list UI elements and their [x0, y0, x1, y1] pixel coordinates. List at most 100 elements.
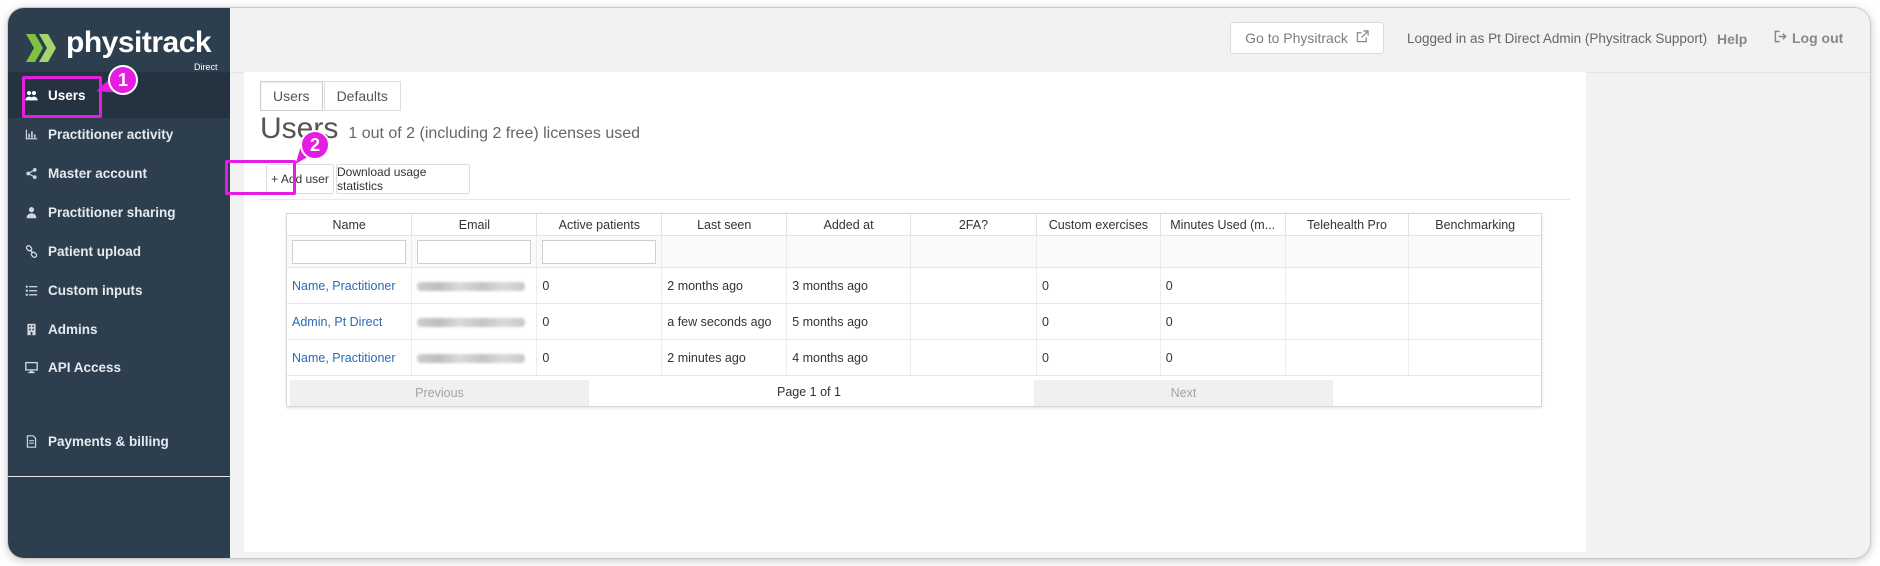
table-row[interactable]: Name, Practitioner 0 2 months ago 3 mont… [287, 267, 1541, 304]
active-patients-filter-input[interactable] [542, 239, 657, 264]
column-header-custom-exercises[interactable]: Custom exercises [1036, 214, 1161, 236]
sidebar-item-label: Payments & billing [48, 433, 169, 449]
filter-cell [1285, 235, 1410, 268]
bar-chart-icon [24, 128, 38, 141]
sidebar-item-label: API Access [48, 359, 122, 375]
divider [260, 199, 1570, 200]
2fa-cell [910, 339, 1038, 376]
page-info: Page 1 of 1 [777, 385, 841, 399]
redacted-email [417, 353, 526, 363]
email-filter-input[interactable] [417, 239, 532, 264]
app-window: physitrack Direct Users Practitioner act… [8, 8, 1870, 558]
filter-cell [287, 235, 413, 268]
filter-cell [910, 235, 1038, 268]
sidebar-item-label: Practitioner sharing [48, 204, 176, 220]
telehealth-pro-cell [1285, 267, 1410, 304]
telehealth-pro-cell [1285, 303, 1410, 340]
logout-link[interactable]: Log out [1774, 30, 1843, 46]
column-header-active-patients[interactable]: Active patients [536, 214, 663, 236]
tab-users[interactable]: Users [260, 81, 323, 111]
user-icon [24, 206, 38, 219]
download-usage-statistics-button[interactable]: Download usage statistics [336, 164, 470, 194]
column-header-added-at[interactable]: Added at [786, 214, 911, 236]
tab-defaults[interactable]: Defaults [323, 81, 401, 111]
filter-cell [536, 235, 663, 268]
active-patients-cell: 0 [536, 267, 663, 304]
active-patients-cell: 0 [536, 339, 663, 376]
go-to-physitrack-button[interactable]: Go to Physitrack [1230, 22, 1384, 54]
sidebar-item-label: Master account [48, 165, 148, 181]
benchmarking-cell [1408, 303, 1541, 340]
table-row[interactable]: Admin, Pt Direct 0 a few seconds ago 5 m… [287, 303, 1541, 340]
column-header-benchmarking[interactable]: Benchmarking [1408, 214, 1541, 236]
document-icon [24, 434, 38, 448]
last-seen-cell: 2 months ago [661, 267, 788, 304]
main-panel: Users Defaults Users 1 out of 2 (includi… [244, 72, 1586, 552]
logout-icon [1774, 30, 1787, 46]
minutes-used-cell: 0 [1160, 303, 1286, 340]
name-cell: Name, Practitioner [287, 267, 413, 304]
share-icon [24, 167, 38, 180]
highlight-box-users [22, 76, 102, 118]
added-at-cell: 4 months ago [786, 339, 911, 376]
benchmarking-cell [1408, 267, 1541, 304]
custom-exercises-cell: 0 [1036, 339, 1161, 376]
last-seen-cell: a few seconds ago [661, 303, 788, 340]
benchmarking-cell [1408, 339, 1541, 376]
email-cell [411, 267, 538, 304]
go-to-physitrack-label: Go to Physitrack [1245, 30, 1348, 46]
user-name-link[interactable]: Name, Practitioner [292, 279, 396, 293]
filter-cell [1036, 235, 1161, 268]
logo-text: physitrack [66, 26, 212, 59]
column-header-email[interactable]: Email [411, 214, 538, 236]
added-at-cell: 5 months ago [786, 303, 911, 340]
callout-marker-1: 1 [108, 65, 138, 95]
column-header-minutes-used[interactable]: Minutes Used (m... [1160, 214, 1286, 236]
custom-exercises-cell: 0 [1036, 303, 1161, 340]
sidebar-item-label: Practitioner activity [48, 126, 174, 142]
sidebar-item-payments-billing[interactable]: Payments & billing [8, 418, 230, 464]
user-name-link[interactable]: Admin, Pt Direct [292, 315, 382, 329]
redacted-email [417, 281, 526, 291]
telehealth-pro-cell [1285, 339, 1410, 376]
last-seen-cell: 2 minutes ago [661, 339, 788, 376]
sidebar-item-label: Admins [48, 321, 98, 337]
sidebar-item-label: Custom inputs [48, 282, 143, 298]
name-cell: Name, Practitioner [287, 339, 413, 376]
filter-cell [1160, 235, 1286, 268]
physitrack-logo[interactable]: physitrack Direct [26, 26, 218, 72]
table-row[interactable]: Name, Practitioner 0 2 minutes ago 4 mon… [287, 339, 1541, 376]
external-link-icon [1356, 30, 1369, 46]
pagination: Previous Page 1 of 1 Next [287, 377, 1541, 406]
tab-bar: Users Defaults [260, 81, 401, 111]
logout-label: Log out [1792, 30, 1844, 46]
highlight-box-add-user [225, 160, 296, 195]
logo-subtext: Direct [194, 62, 218, 72]
user-name-link[interactable]: Name, Practitioner [292, 351, 396, 365]
filter-cell [1408, 235, 1541, 268]
added-at-cell: 3 months ago [786, 267, 911, 304]
2fa-cell [910, 303, 1038, 340]
filter-cell [411, 235, 538, 268]
filter-cell [661, 235, 788, 268]
previous-page-button[interactable]: Previous [290, 380, 589, 406]
building-icon [24, 323, 38, 336]
top-bar: Go to Physitrack Logged in as Pt Direct … [230, 8, 1870, 73]
column-header-telehealth-pro[interactable]: Telehealth Pro [1285, 214, 1410, 236]
column-header-2fa[interactable]: 2FA? [910, 214, 1038, 236]
2fa-cell [910, 267, 1038, 304]
license-usage-text: 1 out of 2 (including 2 free) licenses u… [348, 125, 641, 142]
minutes-used-cell: 0 [1160, 267, 1286, 304]
sidebar-item-api-access[interactable]: API Access [8, 344, 230, 390]
name-filter-input[interactable] [292, 239, 407, 264]
column-header-last-seen[interactable]: Last seen [661, 214, 788, 236]
email-cell [411, 303, 538, 340]
callout-marker-2: 2 [300, 130, 330, 160]
redacted-email [417, 317, 526, 327]
column-header-name[interactable]: Name [287, 214, 413, 236]
custom-exercises-cell: 0 [1036, 267, 1161, 304]
link-icon [24, 244, 38, 258]
minutes-used-cell: 0 [1160, 339, 1286, 376]
help-link[interactable]: Help [1717, 31, 1747, 47]
next-page-button[interactable]: Next [1034, 380, 1333, 406]
